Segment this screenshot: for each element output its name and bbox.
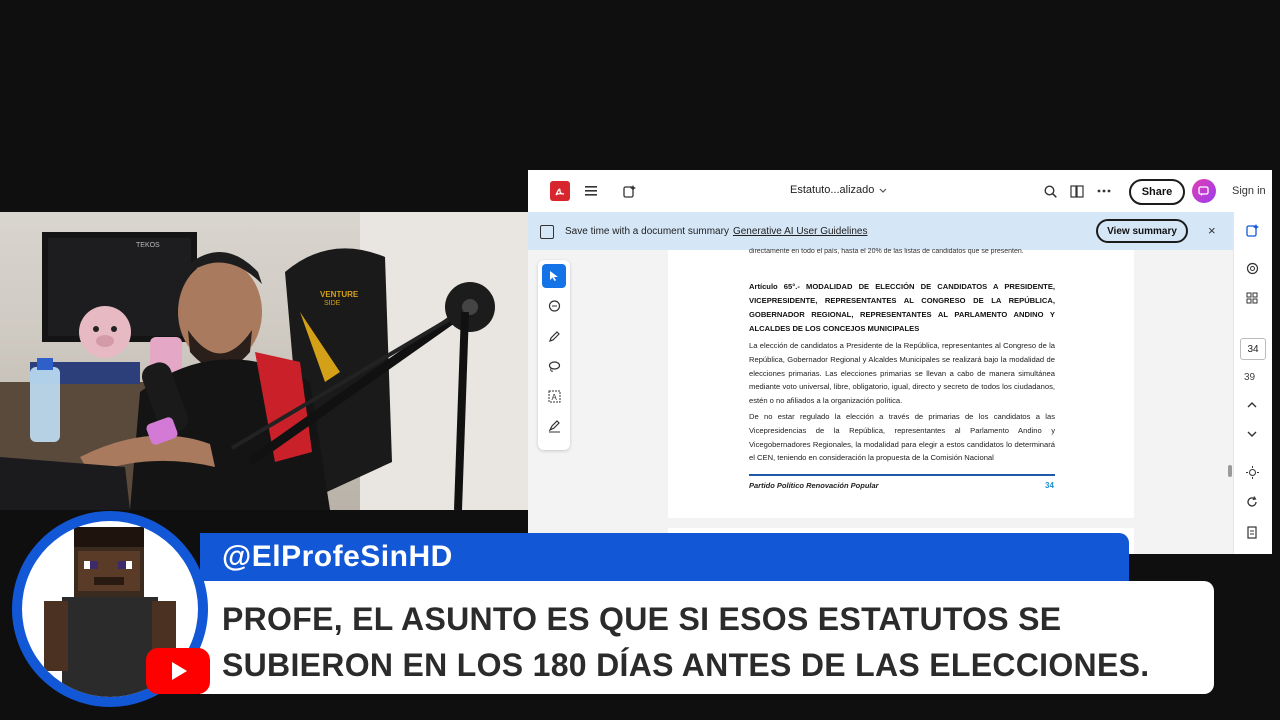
ai-assistant-icon[interactable] <box>1242 220 1262 240</box>
page-total: 39 <box>1244 372 1256 383</box>
chair-brand-sub: SIDE <box>324 300 341 307</box>
chat-message: PROFE, EL ASUNTO ES QUE SI ESOS ESTATUTO… <box>222 601 1150 683</box>
chevron-up-icon[interactable] <box>1242 394 1262 414</box>
menu-icon[interactable] <box>581 181 601 201</box>
sign-in-link[interactable]: Sign in <box>1232 185 1266 197</box>
text-box-icon[interactable]: A <box>542 384 566 408</box>
document-cut-line: directamente en todo el país, hasta el 2… <box>749 248 1024 255</box>
page-footer-number: 34 <box>1045 481 1054 490</box>
chair-brand: VENTURE <box>320 290 359 299</box>
article-heading: Artículo 65°.- MODALIDAD DE ELECCIÓN DE … <box>749 282 1055 333</box>
select-icon[interactable] <box>542 264 566 288</box>
chevron-down-icon[interactable] <box>873 181 893 201</box>
webcam-scene <box>0 212 528 510</box>
chat-icon[interactable] <box>1192 179 1216 203</box>
svg-text:A: A <box>551 393 557 402</box>
more-icon[interactable] <box>1094 181 1114 201</box>
banner-message: Save time with a document summary Generat… <box>565 226 867 237</box>
close-icon[interactable]: × <box>1208 223 1216 238</box>
document-page: directamente en todo el país, hasta el 2… <box>668 248 1134 518</box>
paragraph-1: La elección de candidatos a Presidente d… <box>749 341 1055 406</box>
page-number-input[interactable]: 34 <box>1240 338 1266 360</box>
banner-text: Save time with a document summary <box>565 226 729 237</box>
export-icon[interactable] <box>1242 522 1262 542</box>
lasso-icon[interactable] <box>542 354 566 378</box>
annotation-toolbar: A <box>538 260 570 450</box>
comments-icon[interactable] <box>1242 258 1262 278</box>
theme-icon[interactable] <box>1242 462 1262 482</box>
draw-icon[interactable] <box>542 324 566 348</box>
document-title[interactable]: Estatuto...alizado <box>790 184 874 196</box>
summary-icon <box>540 225 554 239</box>
pdf-logo-icon[interactable] <box>550 181 570 201</box>
pdf-viewer-window: Estatuto...alizado Share Sign in Save ti… <box>528 170 1272 554</box>
vertical-scrollbar[interactable] <box>1228 465 1232 477</box>
monitor-brand: TEKOS <box>136 242 160 249</box>
chevron-down-icon[interactable] <box>1242 424 1262 444</box>
search-icon[interactable] <box>1040 181 1060 201</box>
pages-icon[interactable] <box>1067 181 1087 201</box>
summary-banner: Save time with a document summary Generat… <box>528 212 1233 250</box>
chat-username: @ElProfeSinHD <box>222 540 453 573</box>
paragraph-2: De no estar regulado la elección a travé… <box>749 412 1055 463</box>
ai-guidelines-link[interactable]: Generative AI User Guidelines <box>733 226 868 237</box>
sign-icon[interactable] <box>542 414 566 438</box>
webcam-feed: TEKOS VENTURE SIDE <box>0 212 528 510</box>
refresh-icon[interactable] <box>1242 492 1262 512</box>
view-summary-button[interactable]: View summary <box>1096 219 1188 243</box>
page-footer: Partido Político Renovación Popular <box>749 481 879 490</box>
thumbnails-icon[interactable] <box>1242 288 1262 308</box>
youtube-icon <box>146 648 210 694</box>
comment-icon[interactable] <box>542 294 566 318</box>
right-rail: 34 39 <box>1233 212 1272 554</box>
viewer-top-bar: Estatuto...alizado Share Sign in <box>528 170 1272 213</box>
ai-assistant-icon[interactable] <box>619 181 639 201</box>
share-button[interactable]: Share <box>1129 179 1185 205</box>
footer-rule <box>749 474 1055 476</box>
